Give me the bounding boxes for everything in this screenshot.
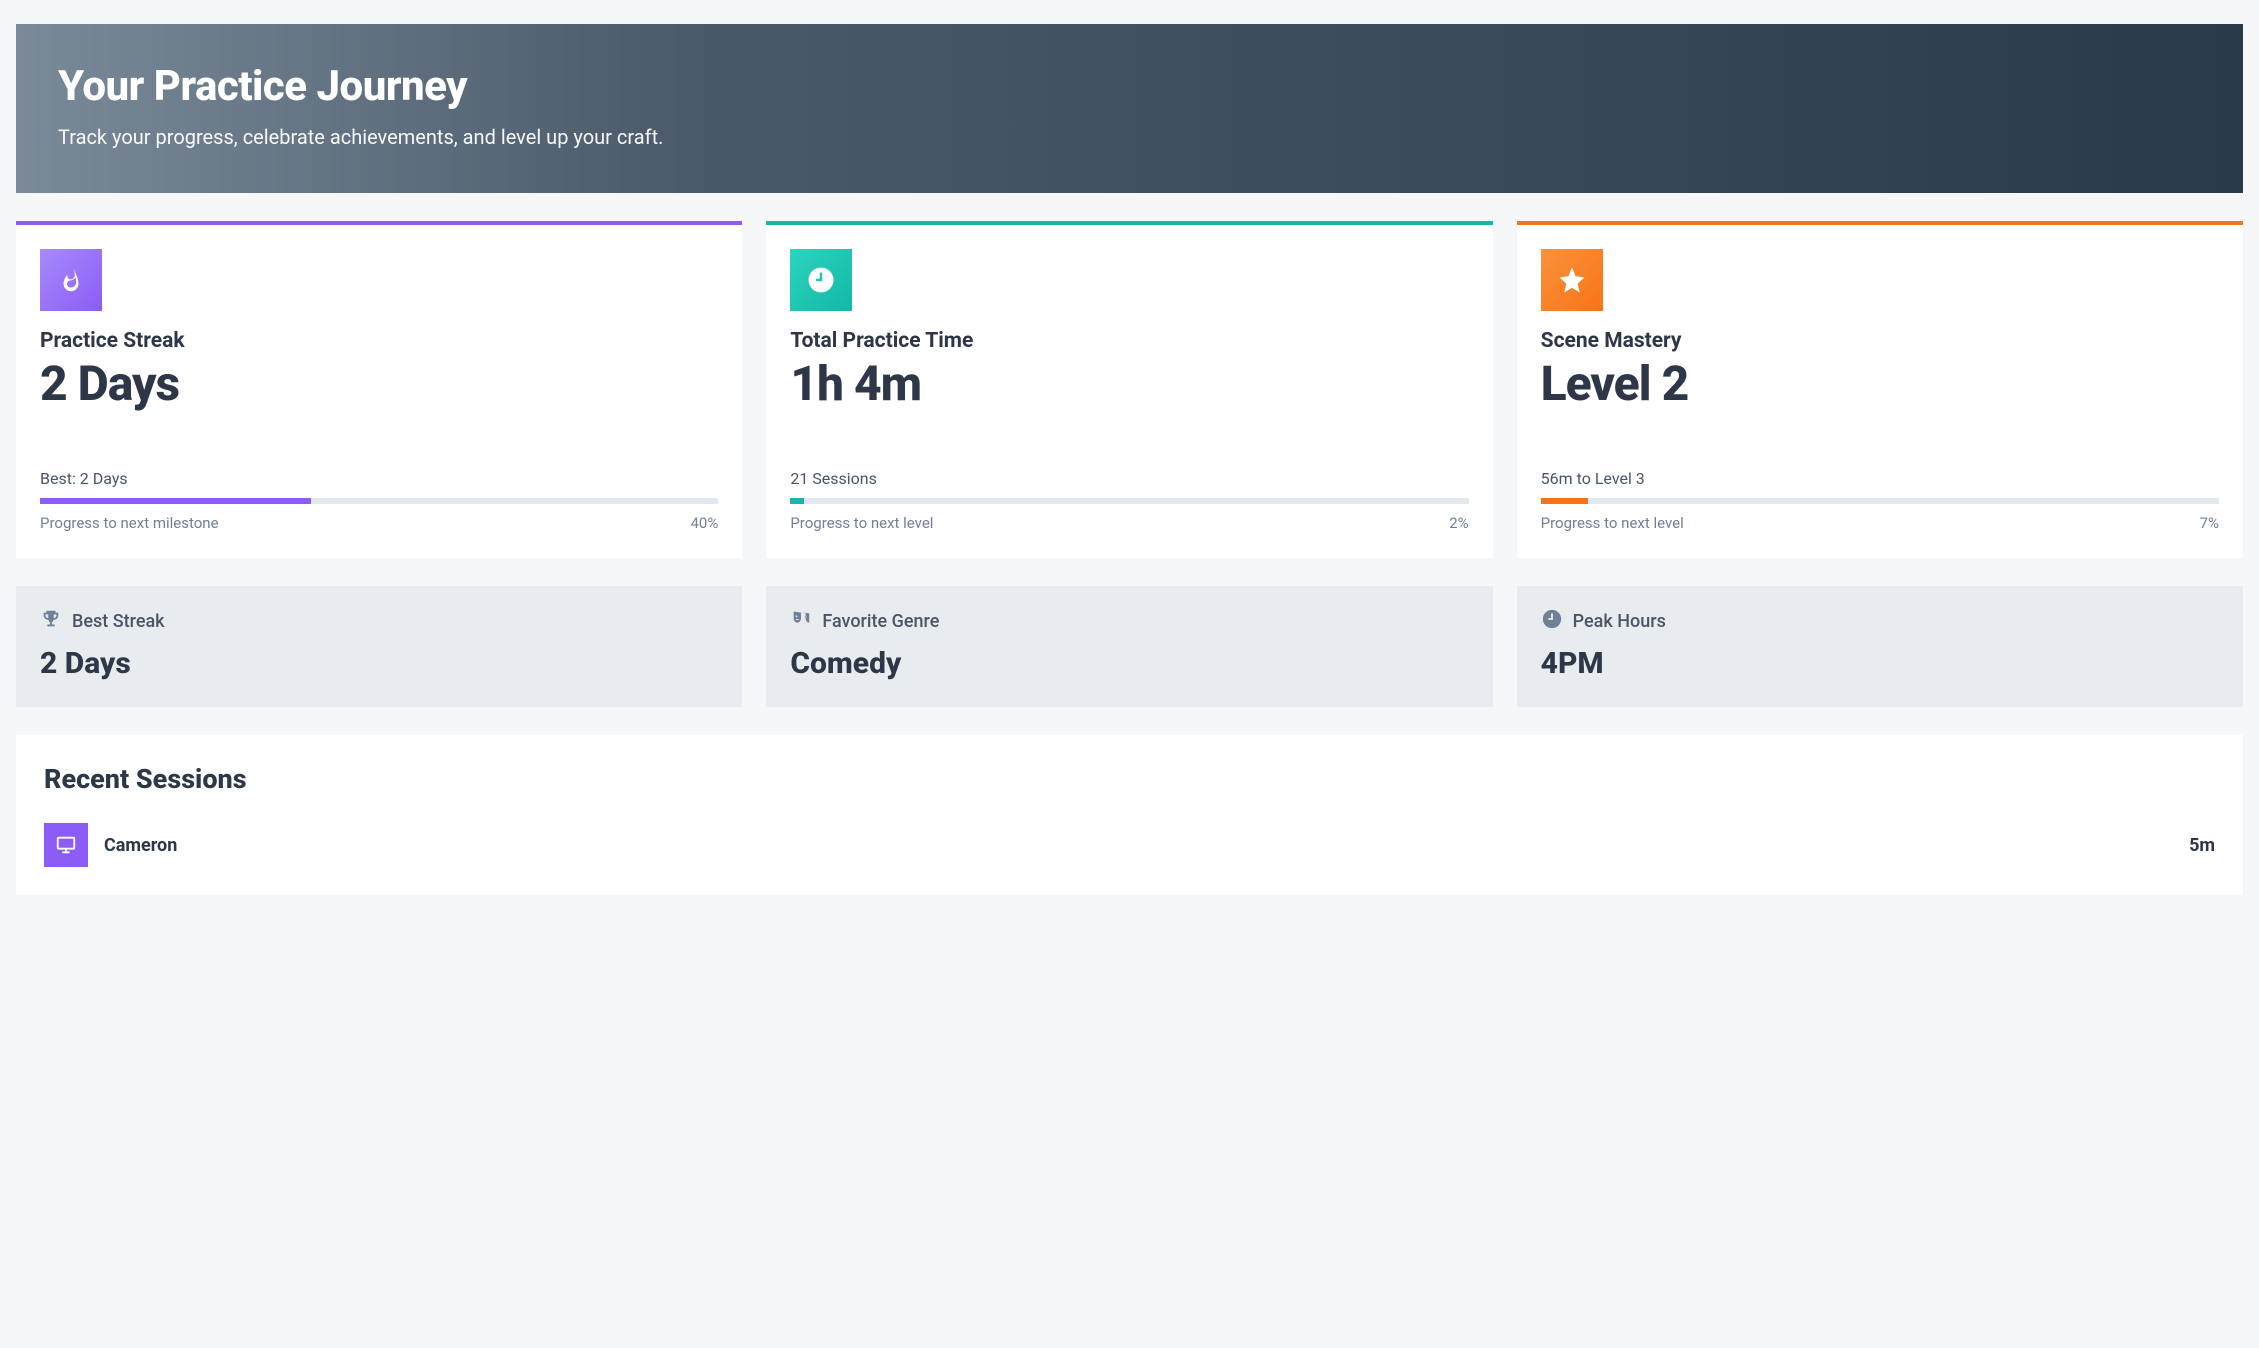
progress-meta: Progress to next level 7% xyxy=(1541,514,2219,532)
mini-stats-row: Best Streak 2 Days Favorite Genre Comedy… xyxy=(0,586,2259,707)
stats-cards-row: Practice Streak 2 Days Best: 2 Days Prog… xyxy=(0,221,2259,558)
card-sub: 56m to Level 3 xyxy=(1541,469,2219,488)
star-icon xyxy=(1541,249,1603,311)
progress-bar xyxy=(790,498,1468,504)
card-practice-streak: Practice Streak 2 Days Best: 2 Days Prog… xyxy=(16,221,742,558)
hero-title: Your Practice Journey xyxy=(58,62,2201,111)
mini-value: Comedy xyxy=(790,646,1468,681)
progress-pct: 7% xyxy=(2200,514,2219,532)
mini-best-streak: Best Streak 2 Days xyxy=(16,586,742,707)
progress-fill xyxy=(40,498,311,504)
progress-bar xyxy=(40,498,718,504)
card-sub: Best: 2 Days xyxy=(40,469,718,488)
progress-pct: 2% xyxy=(1449,514,1468,532)
clock-icon xyxy=(790,249,852,311)
trophy-icon xyxy=(40,608,62,634)
fire-icon xyxy=(40,249,102,311)
hero-subtitle: Track your progress, celebrate achieveme… xyxy=(58,125,2201,149)
card-sub: 21 Sessions xyxy=(790,469,1468,488)
session-row[interactable]: Cameron 5m xyxy=(44,823,2215,867)
clock-icon xyxy=(1541,608,1563,634)
session-duration: 5m xyxy=(2189,835,2215,856)
mini-label: Favorite Genre xyxy=(822,611,939,632)
card-value: 1h 4m xyxy=(790,359,1468,409)
mini-value: 4PM xyxy=(1541,646,2219,681)
mini-peak-hours: Peak Hours 4PM xyxy=(1517,586,2243,707)
progress-label: Progress to next milestone xyxy=(40,514,219,532)
progress-label: Progress to next level xyxy=(1541,514,1684,532)
mini-label: Peak Hours xyxy=(1573,611,1666,632)
progress-meta: Progress to next milestone 40% xyxy=(40,514,718,532)
progress-bar xyxy=(1541,498,2219,504)
card-value: Level 2 xyxy=(1541,359,2219,409)
masks-icon xyxy=(790,608,812,634)
recent-sessions-heading: Recent Sessions xyxy=(44,763,2215,795)
progress-label: Progress to next level xyxy=(790,514,933,532)
progress-fill xyxy=(790,498,804,504)
monitor-icon xyxy=(44,823,88,867)
progress-meta: Progress to next level 2% xyxy=(790,514,1468,532)
hero-banner: Your Practice Journey Track your progres… xyxy=(16,24,2243,193)
recent-sessions-panel: Recent Sessions Cameron 5m xyxy=(16,735,2243,895)
progress-pct: 40% xyxy=(690,514,718,532)
mini-value: 2 Days xyxy=(40,646,718,681)
card-scene-mastery: Scene Mastery Level 2 56m to Level 3 Pro… xyxy=(1517,221,2243,558)
session-title: Cameron xyxy=(104,835,177,856)
mini-favorite-genre: Favorite Genre Comedy xyxy=(766,586,1492,707)
card-label: Scene Mastery xyxy=(1541,329,2219,353)
card-label: Practice Streak xyxy=(40,329,718,353)
progress-fill xyxy=(1541,498,1588,504)
card-label: Total Practice Time xyxy=(790,329,1468,353)
mini-label: Best Streak xyxy=(72,611,165,632)
card-total-practice-time: Total Practice Time 1h 4m 21 Sessions Pr… xyxy=(766,221,1492,558)
card-value: 2 Days xyxy=(40,359,718,409)
